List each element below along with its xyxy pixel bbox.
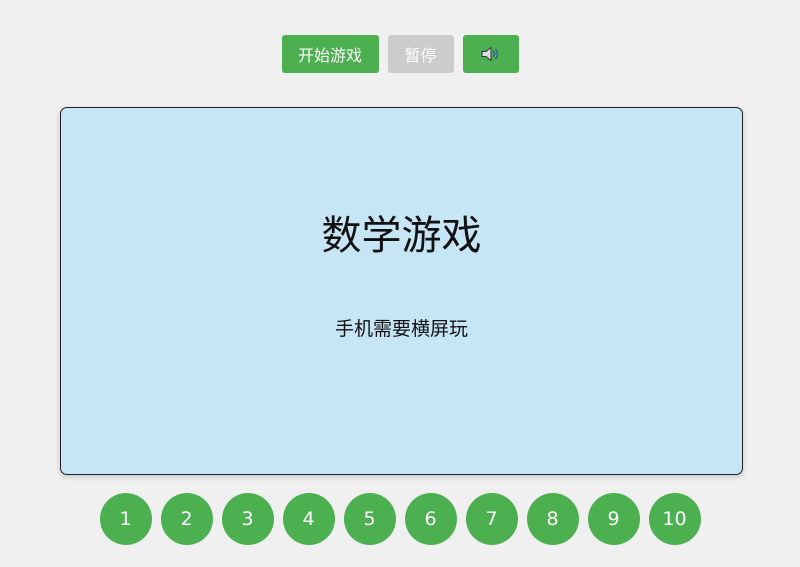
- level-button-7[interactable]: 7: [465, 493, 518, 545]
- toolbar: 开始游戏 暂停: [0, 35, 800, 73]
- level-button-10[interactable]: 10: [648, 493, 701, 545]
- speaker-icon: [481, 46, 498, 62]
- level-button-2[interactable]: 2: [160, 493, 213, 545]
- level-button-1[interactable]: 1: [99, 493, 152, 545]
- orientation-hint: 手机需要横屏玩: [334, 318, 468, 340]
- level-selector: 1 2 3 4 5 6 7 8 9 10: [0, 493, 800, 545]
- game-title: 数学游戏: [321, 213, 482, 259]
- pause-button[interactable]: 暂停: [387, 35, 454, 73]
- sound-toggle-button[interactable]: [462, 35, 519, 73]
- level-button-9[interactable]: 9: [587, 493, 640, 545]
- start-game-button[interactable]: 开始游戏: [281, 35, 379, 73]
- level-button-6[interactable]: 6: [404, 493, 457, 545]
- level-button-5[interactable]: 5: [343, 493, 396, 545]
- game-board[interactable]: 数学游戏 手机需要横屏玩: [60, 107, 743, 475]
- level-button-4[interactable]: 4: [282, 493, 335, 545]
- level-button-3[interactable]: 3: [221, 493, 274, 545]
- level-button-8[interactable]: 8: [526, 493, 579, 545]
